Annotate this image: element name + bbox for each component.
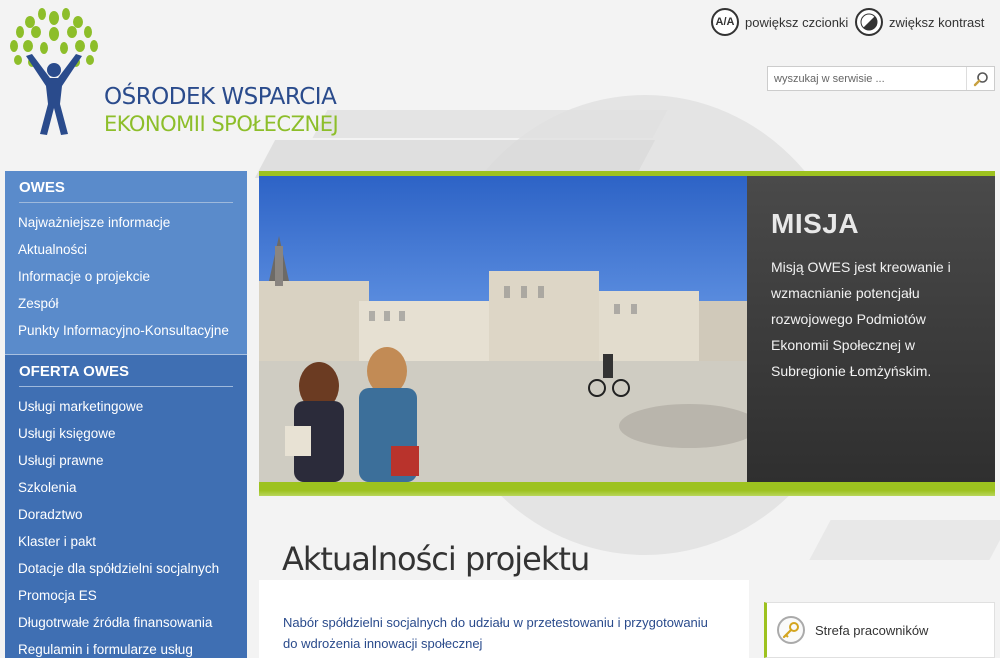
banner-accent-bottom [259, 482, 995, 496]
background-stripe [312, 110, 668, 138]
news-item-link[interactable]: Nabór spółdzielni socjalnych do udziału … [283, 612, 723, 654]
search-box [767, 66, 995, 91]
key-icon [777, 616, 805, 644]
sidebar-item-punkty[interactable]: Punkty Informacyjno-Konsultacyjne [18, 317, 247, 344]
search-icon [973, 71, 988, 86]
town-square-image [259, 236, 747, 482]
sidebar-item-szkolenia[interactable]: Szkolenia [18, 474, 247, 501]
tree-logo-icon [10, 8, 98, 135]
sidebar-section-title: OFERTA OWES [19, 355, 233, 387]
search-input[interactable] [768, 67, 966, 90]
contrast-label: zwiększ kontrast [889, 14, 985, 30]
staff-zone-label: Strefa pracowników [815, 622, 929, 638]
sidebar: OWES Najważniejsze informacje Aktualnośc… [5, 171, 247, 658]
logo-title-line1: OŚRODEK WSPARCIA [104, 84, 337, 110]
sidebar-section-owes: OWES Najważniejsze informacje Aktualnośc… [5, 171, 247, 354]
sidebar-item-aktualnosci[interactable]: Aktualności [18, 236, 247, 263]
sidebar-item-ksiegowe[interactable]: Usługi księgowe [18, 420, 247, 447]
sidebar-item-zrodla[interactable]: Długotrwałe źródła finansowania [18, 609, 247, 636]
sidebar-item-zespol[interactable]: Zespół [18, 290, 247, 317]
sidebar-item-prawne[interactable]: Usługi prawne [18, 447, 247, 474]
sidebar-item-regulamin[interactable]: Regulamin i formularze usług [18, 636, 247, 658]
sidebar-item-informacje[interactable]: Informacje o projekcie [18, 263, 247, 290]
sidebar-item-promocja[interactable]: Promocja ES [18, 582, 247, 609]
search-button[interactable] [966, 67, 994, 90]
sidebar-item-dotacje[interactable]: Dotacje dla spółdzielni socjalnych [18, 555, 247, 582]
mission-heading: MISJA [771, 208, 860, 239]
sidebar-item-doradztwo[interactable]: Doradztwo [18, 501, 247, 528]
news-heading: Aktualności projektu [282, 540, 590, 578]
site-logo[interactable]: OŚRODEK WSPARCIA EKONOMII SPOŁECZNEJ [6, 4, 346, 139]
mission-panel: MISJA Misją OWES jest kreowanie i wzmacn… [747, 176, 995, 482]
font-size-icon: A/A [711, 8, 739, 36]
font-size-label: powiększ czcionki [745, 14, 849, 30]
sidebar-item-klaster[interactable]: Klaster i pakt [18, 528, 247, 555]
staff-zone-button[interactable]: Strefa pracowników [764, 602, 995, 658]
sidebar-item-najwazniejsze[interactable]: Najważniejsze informacje [18, 209, 247, 236]
sidebar-section-oferta: OFERTA OWES Usługi marketingowe Usługi k… [5, 354, 247, 658]
sidebar-item-marketingowe[interactable]: Usługi marketingowe [18, 393, 247, 420]
sidebar-section-title: OWES [19, 171, 233, 203]
background-stripe [809, 520, 1000, 560]
contrast-button[interactable]: zwiększ kontrast [855, 8, 984, 36]
font-size-button[interactable]: A/A powiększ czcionki [711, 8, 848, 36]
contrast-icon [855, 8, 883, 36]
banner-photo [259, 176, 747, 482]
mission-text: Misją OWES jest kreowanie i wzmacnianie … [771, 259, 951, 379]
logo-title-line2: EKONOMII SPOŁECZNEJ [104, 112, 339, 136]
